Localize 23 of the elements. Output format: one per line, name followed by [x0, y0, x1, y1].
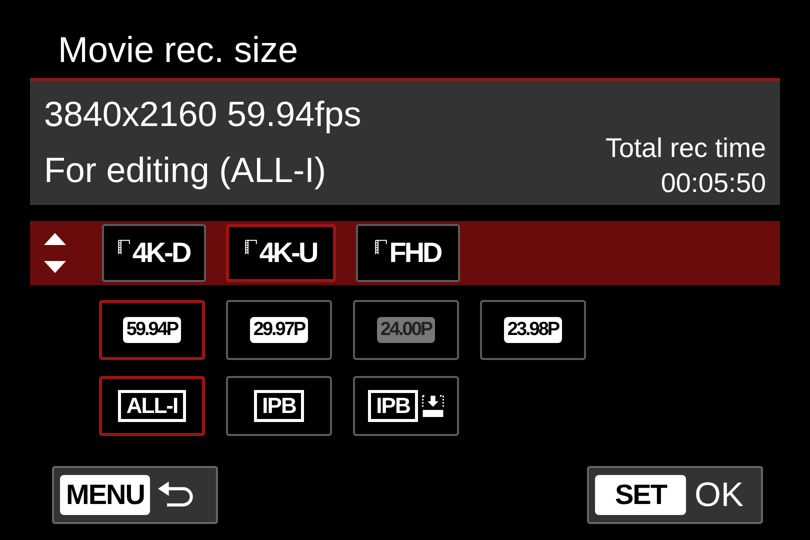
film-strip-icon: [375, 238, 388, 256]
set-ok-button[interactable]: SET OK: [587, 466, 763, 524]
size-option-button[interactable]: 4K-U: [226, 224, 336, 282]
frame-rate-button[interactable]: 59.94P: [99, 300, 205, 360]
compression-button[interactable]: IPB: [226, 376, 332, 436]
size-option-button[interactable]: 4K-D: [102, 224, 206, 282]
screen-title: Movie rec. size: [57, 28, 300, 72]
rec-time-value: 00:05:50: [660, 168, 766, 199]
return-arrow-icon: [158, 481, 194, 509]
compression-text: For editing (ALL-I): [44, 151, 328, 191]
resolution-text: 3840x2160 59.94fps: [44, 95, 362, 135]
download-tray-icon: [422, 394, 444, 418]
compression-button[interactable]: ALL-I: [99, 376, 205, 436]
up-arrow-icon: [44, 233, 66, 245]
down-arrow-icon: [44, 261, 66, 273]
film-strip-icon: [245, 238, 258, 256]
film-strip-icon: [118, 238, 130, 256]
compression-button[interactable]: IPB: [353, 376, 459, 436]
frame-rate-button[interactable]: 23.98P: [480, 300, 586, 360]
menu-back-button[interactable]: MENU: [52, 466, 218, 524]
frame-rate-button[interactable]: 29.97P: [226, 300, 332, 360]
size-option-button[interactable]: FHD: [356, 224, 460, 282]
rec-time-label: Total rec time: [605, 133, 766, 164]
